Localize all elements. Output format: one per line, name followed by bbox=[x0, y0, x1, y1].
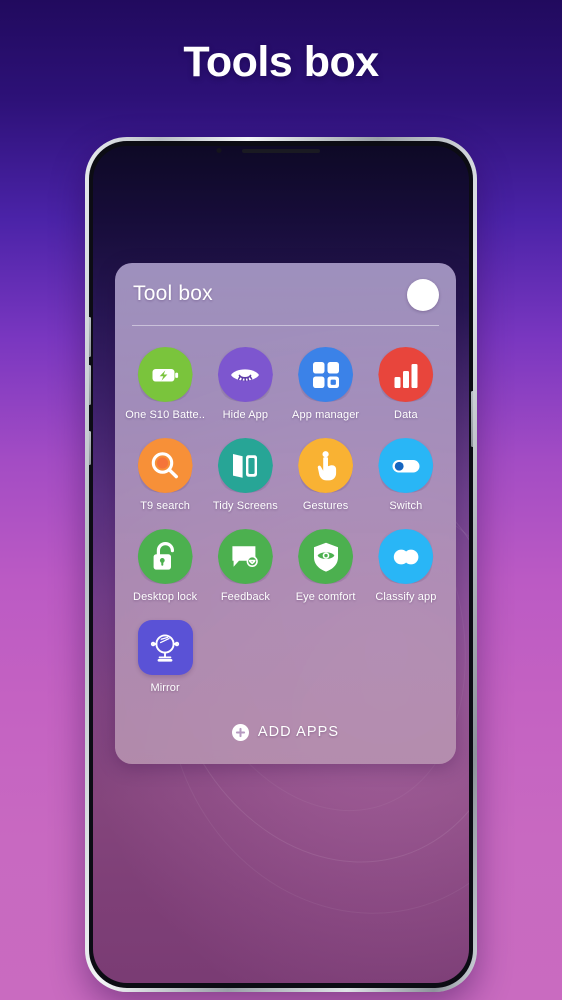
profile-avatar-button[interactable] bbox=[407, 279, 439, 311]
grid-apps-icon bbox=[298, 347, 354, 402]
app-label: App manager bbox=[292, 409, 360, 421]
bar-chart-icon bbox=[378, 347, 434, 402]
app-label: Data bbox=[394, 409, 418, 421]
closed-eye-icon bbox=[217, 347, 273, 402]
app-tile-data[interactable]: Data bbox=[366, 340, 446, 427]
phone-screen: Tool box One S10 Batte.. Hide App App ma… bbox=[93, 146, 469, 983]
app-tile-one-s10-battery[interactable]: One S10 Batte.. bbox=[125, 340, 205, 427]
app-tile-gestures[interactable]: Gestures bbox=[286, 431, 366, 518]
assistant-button[interactable] bbox=[89, 431, 91, 465]
app-tile-eye-comfort[interactable]: Eye comfort bbox=[286, 522, 366, 609]
overlapping-circles-icon bbox=[378, 529, 434, 584]
two-panels-icon bbox=[217, 438, 273, 493]
app-tile-app-manager[interactable]: App manager bbox=[286, 340, 366, 427]
add-apps-button[interactable]: ADD APPS bbox=[115, 710, 456, 754]
front-camera-icon bbox=[216, 148, 222, 153]
app-tile-feedback[interactable]: Feedback bbox=[205, 522, 285, 609]
app-label: Hide App bbox=[222, 409, 269, 421]
page-title: Tools box bbox=[183, 38, 379, 86]
padlock-icon bbox=[137, 529, 193, 584]
phone-bezel: Tool box One S10 Batte.. Hide App App ma… bbox=[89, 141, 473, 988]
app-label: T9 search bbox=[140, 500, 191, 512]
volume-down-button[interactable] bbox=[89, 365, 91, 405]
app-tile-desktop-lock[interactable]: Desktop lock bbox=[125, 522, 205, 609]
app-label: Tidy Screens bbox=[212, 500, 278, 512]
app-tile-switch[interactable]: Switch bbox=[366, 431, 446, 518]
app-tile-hide-app[interactable]: Hide App bbox=[205, 340, 285, 427]
speech-bubble-icon bbox=[217, 529, 273, 584]
app-label: Feedback bbox=[220, 591, 270, 603]
app-tile-classify-app[interactable]: Classify app bbox=[366, 522, 446, 609]
app-label: Mirror bbox=[150, 682, 180, 694]
app-label: Desktop lock bbox=[133, 591, 198, 603]
vanity-mirror-icon bbox=[137, 620, 193, 675]
app-label: Gestures bbox=[302, 500, 349, 512]
volume-up-button[interactable] bbox=[89, 317, 91, 357]
battery-charging-icon bbox=[137, 347, 193, 402]
search-icon bbox=[137, 438, 193, 493]
hand-tap-icon bbox=[298, 438, 354, 493]
app-tile-t9-search[interactable]: T9 search bbox=[125, 431, 205, 518]
app-label: Classify app bbox=[375, 591, 437, 603]
power-button[interactable] bbox=[471, 391, 473, 447]
app-label: One S10 Batte.. bbox=[125, 409, 206, 421]
tool-box-panel: Tool box One S10 Batte.. Hide App App ma… bbox=[115, 263, 456, 764]
phone-mockup: Tool box One S10 Batte.. Hide App App ma… bbox=[85, 137, 477, 992]
plus-circle-icon bbox=[231, 723, 249, 741]
panel-title: Tool box bbox=[133, 282, 213, 305]
toggle-switch-icon bbox=[378, 438, 434, 493]
app-tile-tidy-screens[interactable]: Tidy Screens bbox=[205, 431, 285, 518]
add-apps-label: ADD APPS bbox=[257, 724, 340, 740]
app-grid: One S10 Batte.. Hide App App manager Dat… bbox=[115, 326, 456, 700]
app-tile-mirror[interactable]: Mirror bbox=[125, 613, 205, 700]
earpiece-speaker-icon bbox=[242, 149, 320, 153]
app-label: Eye comfort bbox=[295, 591, 356, 603]
panel-header: Tool box bbox=[115, 263, 456, 325]
shield-eye-icon bbox=[298, 529, 354, 584]
app-label: Switch bbox=[389, 500, 423, 512]
